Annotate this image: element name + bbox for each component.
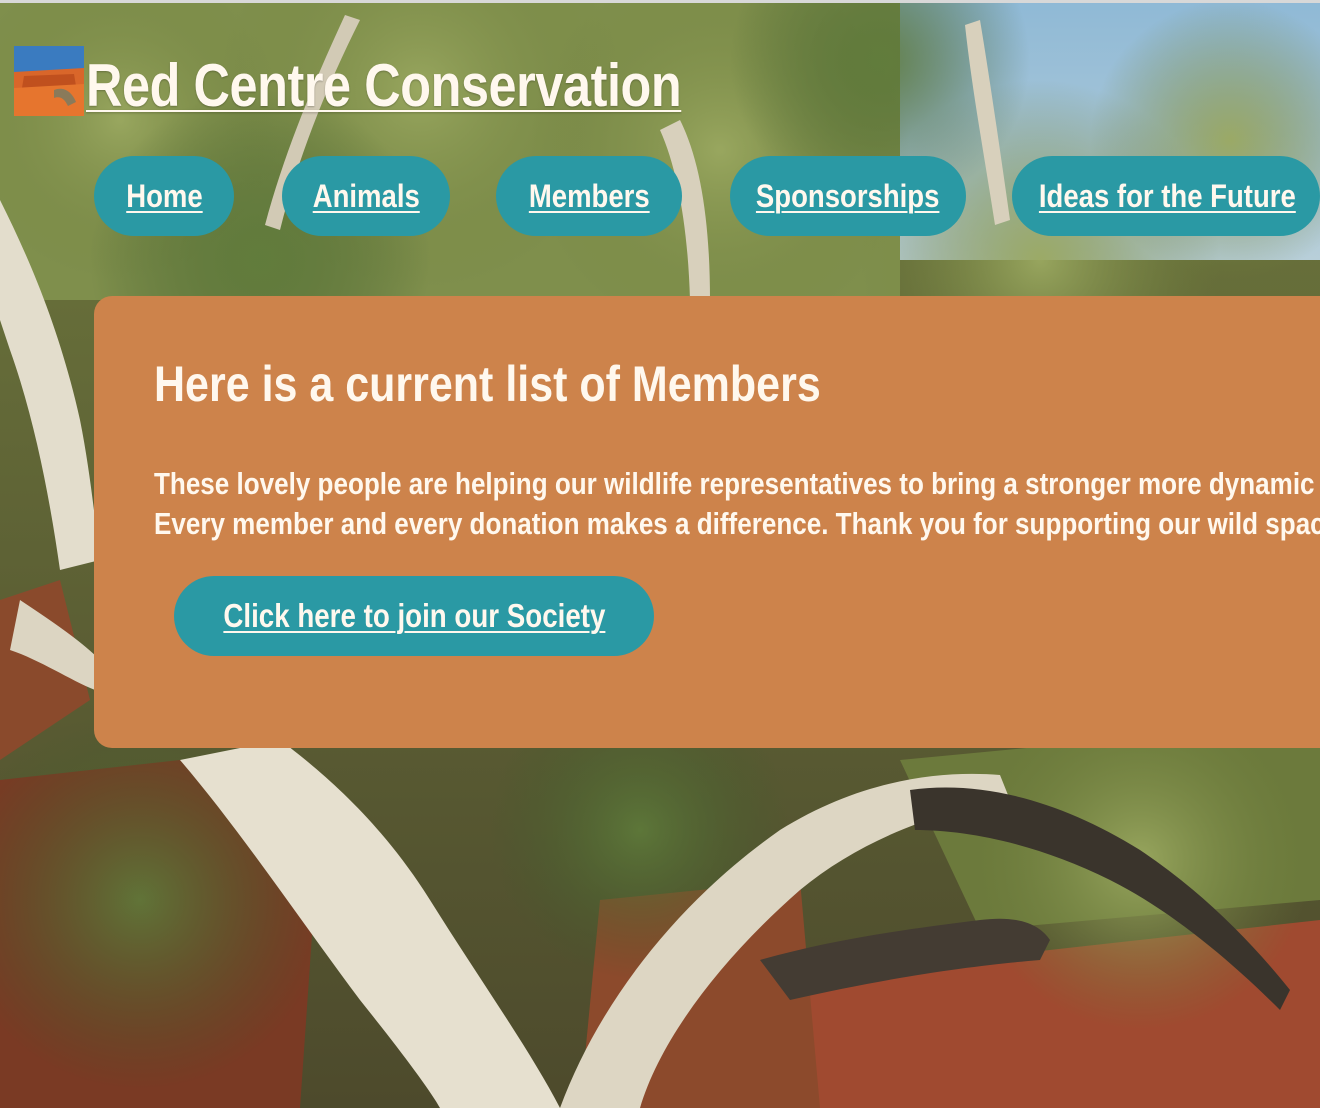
join-society-button[interactable]: Click here to join our Society — [174, 576, 654, 656]
intro-line-1: These lovely people are helping our wild… — [154, 466, 1315, 501]
nav-item-label: Sponsorships — [756, 177, 940, 214]
outback-landscape-logo-icon[interactable] — [14, 46, 84, 116]
intro-line-2: Every member and every donation makes a … — [154, 506, 1320, 541]
join-society-label: Click here to join our Society — [222, 597, 605, 634]
nav-item-label: Ideas for the Future — [1038, 177, 1296, 214]
nav-item-members[interactable]: Members — [496, 156, 682, 236]
nav-item-label: Home — [125, 177, 203, 214]
members-intro-text: These lovely people are helping our wild… — [154, 464, 1320, 544]
members-panel: Here is a current list of Members These … — [94, 296, 1320, 748]
nav-item-label: Members — [528, 177, 650, 214]
site-title-link[interactable]: Red Centre Conservation — [86, 50, 682, 122]
nav-item-sponsorships[interactable]: Sponsorships — [730, 156, 966, 236]
page-heading: Here is a current list of Members — [154, 356, 821, 412]
nav-item-animals[interactable]: Animals — [282, 156, 450, 236]
nav-item-label: Animals — [312, 177, 420, 214]
site-header: Red Centre Conservation — [14, 46, 795, 126]
nav-item-home[interactable]: Home — [94, 156, 234, 236]
top-border-line — [0, 0, 1320, 3]
nav-item-ideas-for-the-future[interactable]: Ideas for the Future — [1012, 156, 1320, 236]
